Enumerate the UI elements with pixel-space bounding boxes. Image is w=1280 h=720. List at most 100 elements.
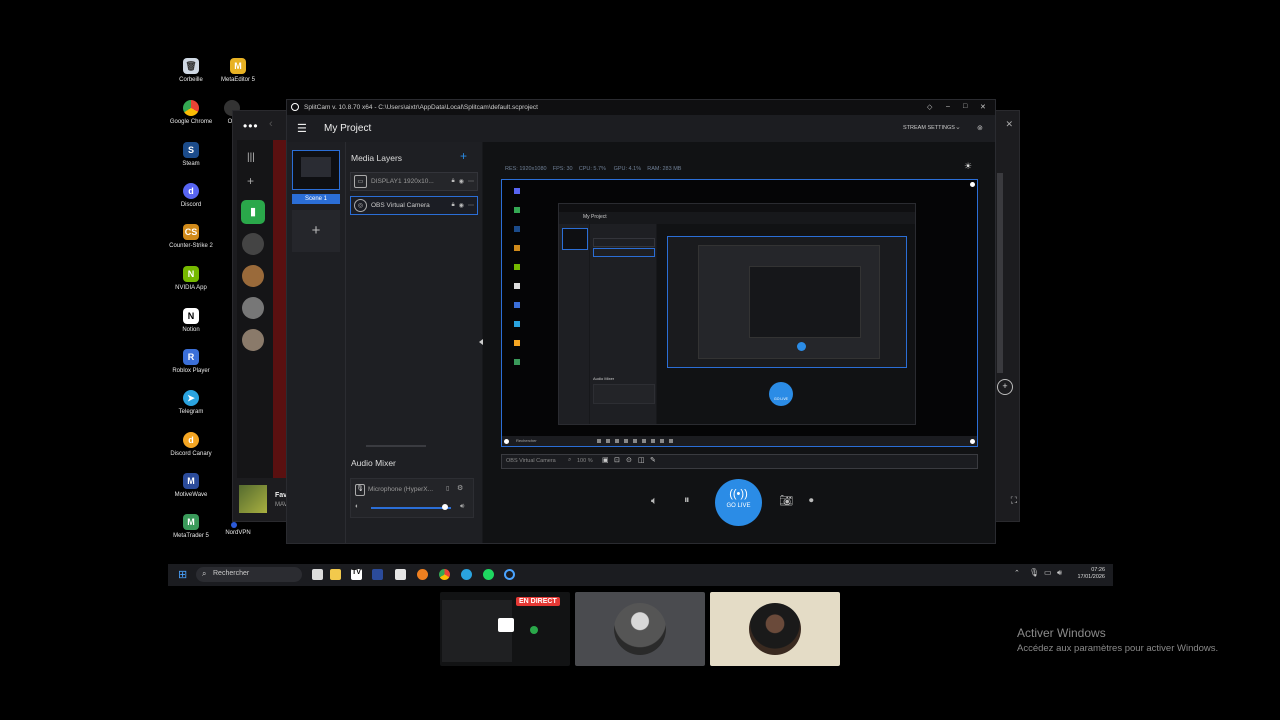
avatar[interactable] [242,233,264,255]
fit-icon[interactable]: ▣ [602,456,609,464]
chevron-down-icon[interactable]: ⌄ [955,123,961,131]
activate-windows-title: Activer Windows [1017,626,1106,640]
clock[interactable]: 07:26 17/01/2026 [1073,567,1105,581]
chevron-up-icon[interactable]: ⌃ [1014,569,1020,577]
maximize-icon[interactable]: □ [963,103,967,110]
file-explorer-icon[interactable] [330,569,341,580]
splitcam-taskbar-icon[interactable] [504,569,515,580]
nested-layers: Audio Mixer [590,224,656,424]
microphone-tray-icon[interactable]: 🎙︎ [1029,568,1039,577]
brightness-icon[interactable]: ☀ [964,161,972,172]
desktop-icon-nordvpn[interactable]: NordVPN [213,522,263,536]
store-icon[interactable] [395,569,406,580]
spotify-icon[interactable] [483,569,494,580]
task-view-icon[interactable] [312,569,323,580]
menu-icon[interactable]: ☰ [297,122,307,135]
resize-handle[interactable] [504,439,509,444]
desktop-icon-steam[interactable]: S Steam [166,142,216,167]
nested-layer-row [593,238,655,247]
filter-icon[interactable]: ⊙ [626,456,632,464]
active-source-label: OBS Virtual Camera [506,458,556,464]
scene-thumbnail[interactable] [292,150,340,190]
monitor-audio-icon[interactable]: ◐ [355,503,359,510]
mask-icon[interactable]: ◫ [638,456,645,464]
nested-icon [514,245,520,251]
scene-label[interactable]: Scene 1 [292,194,340,204]
desktop-icon-metatrader[interactable]: M MetaTrader 5 [166,514,216,539]
telegram-taskbar-icon[interactable] [461,569,472,580]
windows-start-icon[interactable]: ⊞ [178,568,187,581]
eye-icon[interactable]: ◉ [459,178,464,185]
snapshot-icon[interactable]: 📷︎ [779,494,793,507]
go-live-button[interactable]: ((•)) GO LIVE [715,479,762,526]
desktop-icon-roblox[interactable]: R Roblox Player [166,349,216,374]
desktop-icon-discord-canary[interactable]: d Discord Canary [166,432,216,457]
nested-audio-mixer: Audio Mixer [593,376,615,381]
volume-slider-knob[interactable] [441,504,448,510]
lock-icon[interactable]: 🔒︎ [452,178,455,185]
add-server-icon[interactable]: + [247,174,254,188]
resize-handle[interactable] [970,439,975,444]
volume-icon[interactable]: 🔈︎ [651,495,658,508]
more-icon[interactable]: ⋯ [468,202,474,209]
taskbar-search[interactable]: ⌕ Rechercher [196,567,302,582]
lock-icon[interactable]: 🔒︎ [452,202,455,209]
back-arrow-icon[interactable]: ‹ [269,118,273,130]
desktop-icon-nvidia[interactable]: N NVIDIA App [166,266,216,291]
volume-slider-track[interactable] [371,507,451,509]
zoom-level[interactable]: 100 % [577,458,593,464]
pin-icon[interactable]: ◇ [927,103,932,111]
browser-icon[interactable] [417,569,428,580]
close-icon[interactable]: ✕ [980,103,986,111]
speaker-tray-icon[interactable]: 🔊︎ [1057,568,1062,578]
settings-small-icon[interactable]: ▯ [446,485,449,492]
more-icon[interactable]: ⋯ [468,178,474,185]
nested-splitcam-window: My Project Audio Mixer GO LIVE [558,203,916,425]
desktop-icon-metaeditor[interactable]: M MetaEditor 5 [213,58,263,83]
add-scene-button[interactable]: + [292,210,340,252]
pause-icon[interactable]: ⏸︎ [684,494,690,507]
desktop-icon-recycle-bin[interactable]: 🗑 Corbeille [166,58,216,83]
call-tile-screen-share[interactable]: EN DIRECT [440,592,570,666]
add-layer-icon[interactable]: + [460,149,467,163]
add-circle-icon[interactable]: + [997,379,1013,395]
layer-row-obs-camera[interactable]: ◎ OBS Virtual Camera 🔒︎ ◉ ⋯ [350,196,478,215]
avatar[interactable] [242,297,264,319]
desktop-icon-telegram[interactable]: ➤ Telegram [166,390,216,415]
discord-canary-icon: d [183,432,199,448]
more-options-icon[interactable]: ••• [243,119,259,133]
desktop-icon-chrome[interactable]: Google Chrome [166,100,216,125]
stream-settings-button[interactable]: STREAM SETTINGS [903,125,955,131]
crop-icon[interactable]: ⊡ [614,456,620,464]
resize-handle[interactable] [970,182,975,187]
record-icon[interactable]: ⏺︎ [809,495,814,506]
motivewave-taskbar-icon[interactable] [372,569,383,580]
gear-icon[interactable]: ⚙ [457,484,463,492]
call-tile-participant[interactable] [710,592,840,666]
edit-icon[interactable]: ✎ [650,456,656,464]
collapse-arrow-icon[interactable] [479,339,483,345]
minimize-icon[interactable]: – [946,103,950,110]
desktop-icon-motivewave[interactable]: M MotiveWave [166,473,216,498]
call-tile-participant[interactable] [575,592,705,666]
network-icon[interactable]: ▭ [1044,568,1052,577]
avatar[interactable] [242,265,264,287]
speaker-icon[interactable]: 🔊︎ [460,503,464,511]
eye-icon[interactable]: ◉ [459,202,464,209]
desktop-icon-discord[interactable]: d Discord [166,183,216,208]
chrome-taskbar-icon[interactable] [439,569,450,580]
close-icon[interactable]: ✕ [1005,119,1013,130]
preview-canvas[interactable]: My Project Audio Mixer GO LIVE Recherche… [501,179,978,447]
layer-row-display[interactable]: ▭ DISPLAY1 1920x10... 🔒︎ ◉ ⋯ [350,172,478,191]
fullscreen-icon[interactable]: ⛶ [1011,495,1017,506]
avatar[interactable] [242,329,264,351]
panel-resize-handle[interactable] [366,445,426,447]
tradingview-icon[interactable]: TV [351,569,362,580]
link-icon[interactable]: ⊚ [977,124,983,132]
desktop-icon-notion[interactable]: N Notion [166,308,216,333]
library-icon[interactable]: ||| [247,152,255,163]
desktop-icon-cs2[interactable]: CS Counter-Strike 2 [166,224,216,249]
bookmark-icon[interactable]: ▮ [241,200,265,224]
nested-audio-channel [593,384,655,404]
broadcast-icon: ((•)) [729,488,748,500]
